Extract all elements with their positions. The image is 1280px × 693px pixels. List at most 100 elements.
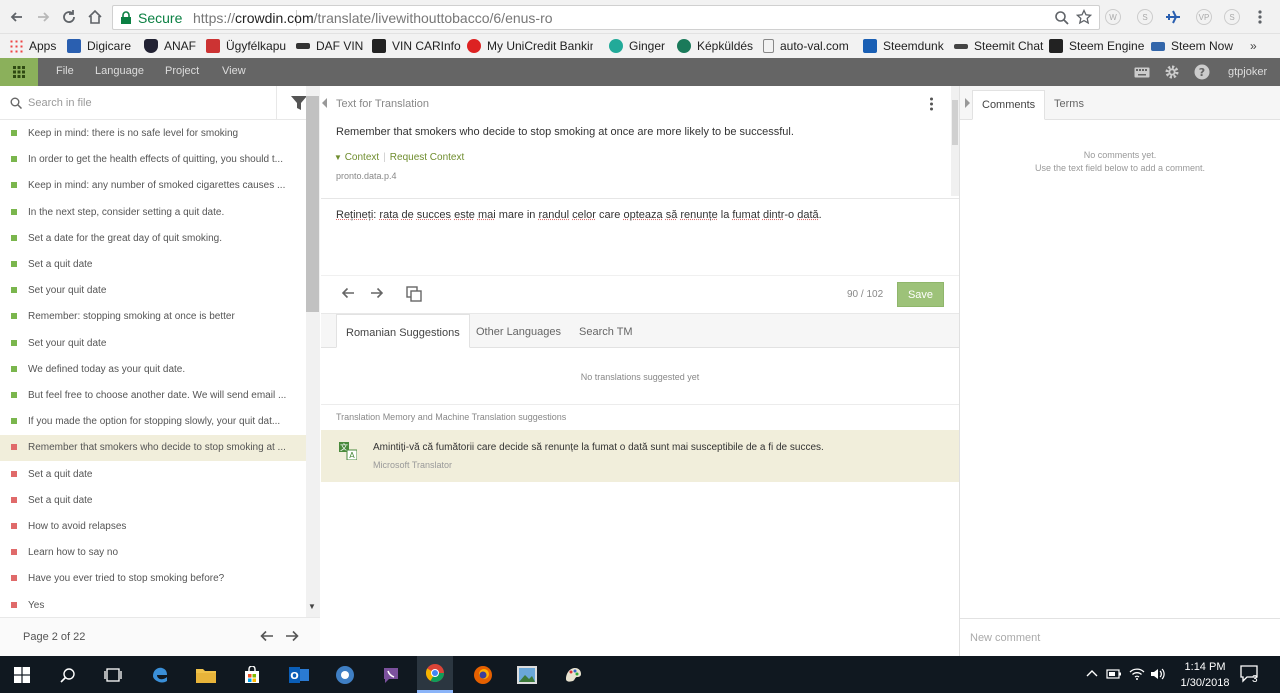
bookmark-unicredit[interactable]: My UniCredit Banking: [467, 38, 593, 54]
string-row[interactable]: In order to get the health effects of qu…: [0, 147, 306, 173]
mt-suggestion[interactable]: 文A Amintiți-vă că fumătorii care decide …: [321, 430, 959, 482]
string-row[interactable]: In the next step, consider setting a qui…: [0, 200, 306, 226]
volume-icon[interactable]: [1150, 668, 1166, 683]
search-icon[interactable]: [56, 663, 80, 687]
save-button[interactable]: Save: [897, 282, 944, 307]
filter-icon[interactable]: [291, 96, 307, 110]
translation-textarea[interactable]: Rețineți: rata de succes este mai mare i…: [336, 209, 822, 221]
home-button[interactable]: [86, 8, 104, 26]
string-row[interactable]: Set a date for the great day of quit smo…: [0, 226, 306, 252]
steemit-extension-icon[interactable]: S: [1137, 9, 1153, 25]
gear-icon[interactable]: [1164, 64, 1180, 83]
wifi-icon[interactable]: [1129, 668, 1145, 683]
tab-romanian-suggestions[interactable]: Romanian Suggestions: [336, 314, 470, 348]
zoom-icon[interactable]: [1054, 10, 1070, 26]
paint-icon[interactable]: [561, 663, 585, 687]
windows-start-icon[interactable]: [10, 663, 34, 687]
source-scroll-thumb[interactable]: [952, 100, 958, 145]
string-row[interactable]: Remember that smokers who decide to stop…: [0, 435, 306, 462]
menu-file[interactable]: File: [56, 65, 74, 77]
tab-comments[interactable]: Comments: [972, 90, 1046, 120]
bookmark-auto-val[interactable]: auto-val.com: [763, 38, 849, 54]
help-icon[interactable]: ?: [1194, 64, 1210, 83]
back-button[interactable]: [8, 8, 26, 26]
bookmark-ugyfelkapu[interactable]: Ügyfélkapu: [206, 38, 286, 54]
search-input[interactable]: Search in file: [28, 97, 92, 109]
app-icon[interactable]: [333, 663, 357, 687]
bookmark-steemdunk[interactable]: Steemdunk: [863, 38, 944, 54]
apps-menu-button[interactable]: [0, 58, 38, 86]
request-context-link[interactable]: Request Context: [390, 152, 465, 163]
reload-button[interactable]: [60, 8, 78, 26]
previous-string-icon[interactable]: [341, 286, 355, 303]
menu-project[interactable]: Project: [165, 65, 199, 77]
string-row[interactable]: Yes: [0, 593, 306, 617]
menu-view[interactable]: View: [222, 65, 246, 77]
outlook-icon[interactable]: O: [287, 663, 311, 687]
context-toggle[interactable]: Context: [345, 152, 379, 163]
steem-extension-icon[interactable]: S: [1224, 9, 1240, 25]
string-row[interactable]: Keep in mind: there is no safe level for…: [0, 121, 306, 147]
plane-extension-icon[interactable]: [1164, 8, 1182, 26]
string-row[interactable]: Set a quit date: [0, 252, 306, 278]
strings-scroll-thumb[interactable]: [306, 96, 319, 312]
bookmark-star-icon[interactable]: [1076, 9, 1092, 25]
string-row[interactable]: Remember: stopping smoking at once is be…: [0, 304, 306, 330]
string-row[interactable]: How to avoid relapses: [0, 514, 306, 540]
address-bar[interactable]: Secure https://crowdin.com/translate/liv…: [112, 5, 1100, 30]
tab-other-languages[interactable]: Other Languages: [476, 314, 561, 348]
string-row[interactable]: But feel free to choose another date. We…: [0, 383, 306, 409]
more-options-icon[interactable]: [929, 97, 934, 114]
bookmark-label: auto-val.com: [780, 39, 849, 53]
bookmark-apps[interactable]: Apps: [9, 38, 56, 54]
photos-icon[interactable]: [515, 663, 539, 687]
collapse-right-icon[interactable]: [965, 98, 971, 111]
bookmark-digicare[interactable]: Digicare: [67, 38, 131, 54]
viber-icon[interactable]: [379, 663, 403, 687]
string-row[interactable]: Have you ever tried to stop smoking befo…: [0, 566, 306, 592]
keyboard-icon[interactable]: [1134, 67, 1150, 81]
string-row[interactable]: If you made the option for stopping slow…: [0, 409, 306, 435]
wordpress-extension-icon[interactable]: W: [1105, 9, 1121, 25]
bookmark-vin-carinfo[interactable]: VIN CARInfo: [372, 38, 461, 54]
string-row[interactable]: Set a quit date: [0, 462, 306, 488]
forward-button[interactable]: [34, 8, 52, 26]
bookmark-anaf[interactable]: ANAF: [144, 38, 196, 54]
clock[interactable]: 1:14 PM 1/30/2018: [1165, 659, 1245, 691]
prev-page-icon[interactable]: [260, 630, 274, 645]
edge-icon[interactable]: [148, 663, 172, 687]
store-icon[interactable]: [240, 663, 264, 687]
collapse-left-icon[interactable]: [322, 98, 328, 111]
string-row[interactable]: Keep in mind: any number of smoked cigar…: [0, 173, 306, 199]
chrome-taskbar-icon[interactable]: [417, 656, 453, 690]
firefox-icon[interactable]: [471, 663, 495, 687]
chrome-menu-icon[interactable]: [1257, 9, 1263, 25]
bookmark-daf-vin[interactable]: DAF VIN: [296, 38, 363, 54]
string-row[interactable]: Learn how to say no: [0, 540, 306, 566]
bookmark-steem-now[interactable]: Steem Now: [1151, 38, 1233, 54]
bookmark-kepkuldes[interactable]: Képküldés: [677, 38, 753, 54]
string-row[interactable]: We defined today as your quit date.: [0, 357, 306, 383]
bookmark-ginger[interactable]: Ginger: [609, 38, 665, 54]
bookmark-steem-engine[interactable]: Steem Engine: [1049, 38, 1144, 54]
bookmarks-overflow[interactable]: »: [1250, 39, 1257, 53]
chevron-up-icon[interactable]: [1086, 668, 1098, 680]
bookmark-steemit-chat[interactable]: Steemit Chat: [954, 38, 1043, 54]
next-string-icon[interactable]: [370, 286, 384, 303]
string-row[interactable]: Set your quit date: [0, 278, 306, 304]
scroll-down-icon[interactable]: ▼: [308, 602, 316, 611]
file-explorer-icon[interactable]: [194, 663, 218, 687]
steemdunk-icon: [863, 39, 877, 53]
vp-extension-icon[interactable]: VP: [1196, 9, 1212, 25]
new-comment-input[interactable]: [970, 629, 1270, 647]
task-view-icon[interactable]: [101, 663, 125, 687]
copy-source-icon[interactable]: [406, 286, 422, 305]
next-page-icon[interactable]: [285, 630, 299, 645]
tab-terms[interactable]: Terms: [1054, 90, 1084, 120]
battery-icon[interactable]: [1106, 668, 1122, 683]
user-name[interactable]: gtpjoker: [1228, 66, 1267, 78]
tab-search-tm[interactable]: Search TM: [579, 314, 633, 348]
string-row[interactable]: Set your quit date: [0, 331, 306, 357]
string-row[interactable]: Set a quit date: [0, 488, 306, 514]
menu-language[interactable]: Language: [95, 65, 144, 77]
